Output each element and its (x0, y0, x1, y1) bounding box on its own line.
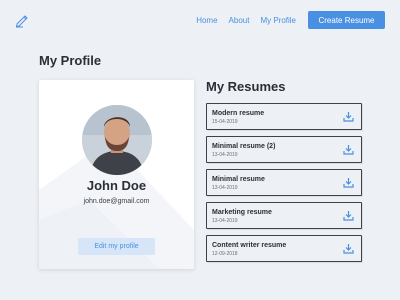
profile-card: John Doe john.doe@gmail.com Edit my prof… (39, 80, 194, 269)
download-icon[interactable] (343, 210, 354, 221)
resume-name: Minimal resume (2) (212, 143, 276, 150)
resume-item[interactable]: Marketing resume 13-04-2019 (206, 202, 362, 229)
page-title: My Profile (39, 53, 102, 68)
create-resume-button[interactable]: Create Resume (308, 11, 385, 29)
resume-item[interactable]: Content writer resume 12-09-2018 (206, 235, 362, 262)
resume-list: Modern resume 15-04-2019 Minimal resume … (206, 103, 362, 268)
resume-date: 13-04-2019 (212, 218, 238, 224)
resume-name: Content writer resume (212, 242, 287, 249)
download-icon[interactable] (343, 177, 354, 188)
resume-item[interactable]: Minimal resume 13-04-2019 (206, 169, 362, 196)
download-icon[interactable] (343, 111, 354, 122)
nav-my-profile-link[interactable]: My Profile (260, 16, 296, 25)
download-icon[interactable] (343, 144, 354, 155)
resume-item[interactable]: Minimal resume (2) 13-04-2019 (206, 136, 362, 163)
top-nav: Home About My Profile Create Resume (185, 11, 385, 29)
avatar (82, 105, 152, 175)
nav-about-link[interactable]: About (229, 16, 250, 25)
resume-date: 13-04-2019 (212, 152, 238, 158)
resume-item[interactable]: Modern resume 15-04-2019 (206, 103, 362, 130)
resumes-heading: My Resumes (206, 79, 286, 94)
avatar-portrait (82, 105, 152, 175)
resume-name: Marketing resume (212, 209, 272, 216)
edit-profile-button[interactable]: Edit my profile (78, 238, 155, 255)
profile-name: John Doe (86, 178, 147, 193)
nav-home-link[interactable]: Home (196, 16, 217, 25)
resume-date: 12-09-2018 (212, 251, 238, 257)
download-icon[interactable] (343, 243, 354, 254)
resume-date: 13-04-2019 (212, 185, 238, 191)
resume-name: Modern resume (212, 110, 265, 117)
resume-name: Minimal resume (212, 176, 265, 183)
profile-email: john.doe@gmail.com (83, 198, 150, 205)
resume-date: 15-04-2019 (212, 119, 238, 125)
pencil-icon[interactable] (14, 12, 30, 28)
